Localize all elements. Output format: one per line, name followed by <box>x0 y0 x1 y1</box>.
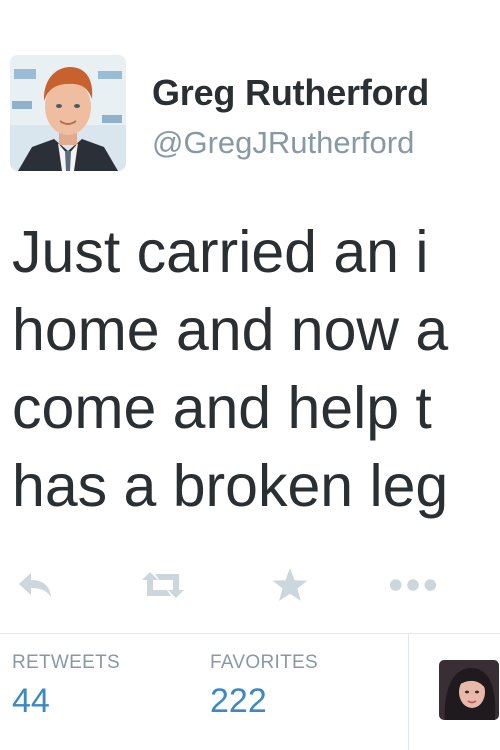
user-screen-name[interactable]: @GregJRutherford <box>152 125 414 161</box>
profile-photo-icon <box>10 55 126 171</box>
favoriter-avatar[interactable] <box>439 660 499 720</box>
user-display-name[interactable]: Greg Rutherford <box>152 72 429 114</box>
tweet-card: Greg Rutherford @GregJRutherford Just ca… <box>0 0 500 750</box>
stats-vertical-divider <box>408 634 409 750</box>
retweet-button[interactable] <box>138 560 188 610</box>
favorites-stat[interactable]: FAVORITES 222 <box>210 652 318 721</box>
favorites-label: FAVORITES <box>210 652 318 673</box>
tweet-text: Just carried an i home and now a come an… <box>12 213 500 525</box>
more-options-button[interactable] <box>388 560 438 610</box>
more-icon <box>389 579 437 591</box>
retweets-stat[interactable]: RETWEETS 44 <box>12 652 120 721</box>
tweet-actions <box>0 560 500 610</box>
stats-divider <box>0 633 500 634</box>
retweet-icon <box>142 572 184 598</box>
tweet-text-line: has a broken leg <box>12 453 449 519</box>
favoriter-photo-icon <box>439 660 499 720</box>
tweet-text-line: Just carried an i <box>12 219 429 285</box>
reply-button[interactable] <box>10 560 60 610</box>
tweet-text-line: come and help t <box>12 375 432 441</box>
user-avatar[interactable] <box>10 55 126 171</box>
tweet-text-line: home and now a <box>12 297 449 363</box>
reply-icon <box>19 573 51 597</box>
favorite-button[interactable] <box>265 560 315 610</box>
favorites-count: 222 <box>210 682 267 720</box>
favorite-icon <box>272 568 308 601</box>
retweets-label: RETWEETS <box>12 652 120 673</box>
retweets-count: 44 <box>12 682 50 720</box>
